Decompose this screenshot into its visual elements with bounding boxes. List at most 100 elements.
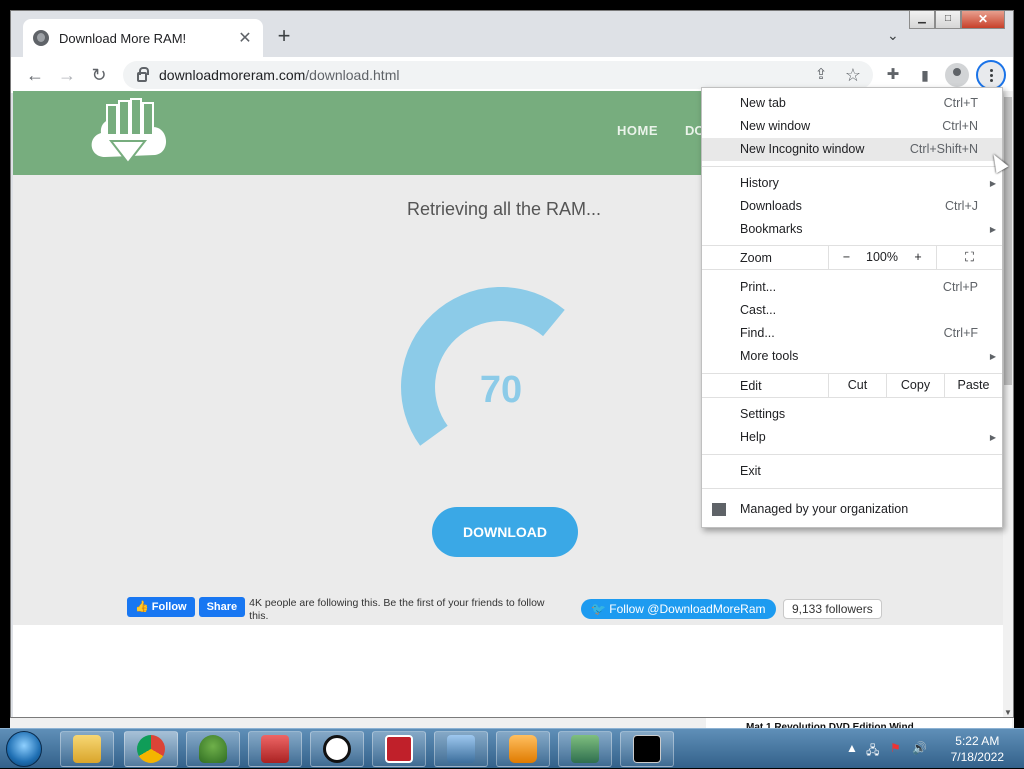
minimize-button[interactable]: ▁ <box>909 11 935 29</box>
back-icon[interactable]: ← <box>23 63 47 87</box>
tab-title: Download More RAM! <box>59 30 187 46</box>
maximize-button[interactable]: □ <box>935 11 961 29</box>
zoom-label: Zoom <box>740 251 772 265</box>
menu-separator <box>702 488 1002 489</box>
taskbar-installer[interactable] <box>248 731 302 767</box>
reload-icon[interactable]: ↻ <box>87 63 111 87</box>
chrome-menu-button[interactable] <box>976 60 1006 90</box>
forward-icon[interactable]: → <box>55 63 79 87</box>
edit-label: Edit <box>740 379 762 393</box>
download-ram-logo[interactable] <box>85 97 173 169</box>
computer-icon <box>447 735 475 763</box>
lock-icon[interactable] <box>137 67 149 82</box>
desktop: Download More RAM! ✕ + ⌄ ▁ □ ✕ ← → ↻ dow… <box>0 0 1024 768</box>
url-text: downloadmoreram.com/download.html <box>159 67 399 83</box>
paste-button[interactable]: Paste <box>944 374 1002 397</box>
taskbar-explorer[interactable] <box>60 731 114 767</box>
menu-exit[interactable]: Exit <box>702 460 1002 483</box>
close-window-button[interactable]: ✕ <box>961 11 1005 29</box>
page-scrollbar[interactable]: ▼ <box>1003 91 1013 717</box>
system-tray: ▲ 🖧 ⚑ 🔊 5:22 AM 7/18/2022 <box>842 729 1024 769</box>
new-tab-button[interactable]: + <box>273 25 295 47</box>
side-panel-icon[interactable]: ▮ <box>913 63 937 87</box>
address-bar[interactable]: downloadmoreram.com/download.html ⇪ ☆ <box>123 61 873 89</box>
extensions-icon[interactable]: ✚ <box>881 63 905 87</box>
building-icon <box>712 503 726 516</box>
taskbar: ▲ 🖧 ⚑ 🔊 5:22 AM 7/18/2022 <box>0 728 1024 768</box>
monitor-icon <box>571 735 599 763</box>
terminal-icon <box>633 735 661 763</box>
close-tab-icon[interactable]: ✕ <box>237 28 253 48</box>
clock-time: 5:22 AM <box>955 734 1000 748</box>
zoom-in-button[interactable]: + <box>900 246 936 269</box>
submenu-arrow-icon: ▶ <box>989 179 996 188</box>
tab-search-icon[interactable]: ⌄ <box>887 27 899 44</box>
profile-avatar[interactable] <box>945 63 969 87</box>
taskbar-tree-app[interactable] <box>186 731 240 767</box>
taskbar-media[interactable] <box>496 731 550 767</box>
menu-help[interactable]: Help ▶ <box>702 426 1002 449</box>
tab-download-more-ram[interactable]: Download More RAM! ✕ <box>23 19 263 57</box>
zoom-out-button[interactable]: − <box>828 246 864 269</box>
menu-find[interactable]: Find... Ctrl+F <box>702 322 1002 345</box>
nav-home-link[interactable]: HOME <box>617 123 658 138</box>
menu-print[interactable]: Print... Ctrl+P <box>702 276 1002 299</box>
menu-settings[interactable]: Settings <box>702 403 1002 426</box>
taskbar-chrome[interactable] <box>124 731 178 767</box>
fb-follow-button[interactable]: 👍 Follow <box>127 597 195 617</box>
download-button[interactable]: DOWNLOAD <box>432 507 578 557</box>
menu-bookmarks[interactable]: Bookmarks ▶ <box>702 218 1002 241</box>
fullscreen-icon[interactable]: ⛶ <box>936 246 1002 269</box>
fb-share-button[interactable]: Share <box>198 597 246 617</box>
installer-icon <box>261 735 289 763</box>
menu-cast[interactable]: Cast... <box>702 299 1002 322</box>
taskbar-monitor[interactable] <box>558 731 612 767</box>
action-center-icon[interactable]: ⚑ <box>890 741 901 755</box>
scrollbar-thumb[interactable] <box>1004 97 1012 385</box>
cut-button[interactable]: Cut <box>828 374 886 397</box>
menu-new-window[interactable]: New window Ctrl+N <box>702 115 1002 138</box>
chrome-icon <box>137 735 165 763</box>
progress-value: 70 <box>479 369 523 411</box>
twitter-follow-label: Follow @DownloadMoreRam <box>609 602 766 616</box>
menu-more-tools[interactable]: More tools ▶ <box>702 345 1002 368</box>
media-player-icon <box>509 735 537 763</box>
menu-edit-row: Edit Cut Copy Paste <box>702 373 1002 398</box>
fb-follow-text: 4K people are following this. Be the fir… <box>249 597 545 622</box>
menu-history[interactable]: History ▶ <box>702 172 1002 195</box>
menu-new-incognito-window[interactable]: New Incognito window Ctrl+Shift+N <box>702 138 1002 161</box>
tree-icon <box>199 735 227 763</box>
taskbar-app-5[interactable] <box>310 731 364 767</box>
menu-separator <box>702 454 1002 455</box>
menu-new-tab[interactable]: New tab Ctrl+T <box>702 92 1002 115</box>
menu-managed[interactable]: Managed by your organization <box>702 498 1002 521</box>
submenu-arrow-icon: ▶ <box>989 352 996 361</box>
twitter-follower-count: 9,133 followers <box>783 599 882 619</box>
network-icon[interactable]: 🖧 <box>866 741 879 762</box>
taskbar-cmd[interactable] <box>620 731 674 767</box>
menu-downloads[interactable]: Downloads Ctrl+J <box>702 195 1002 218</box>
clock[interactable]: 5:22 AM 7/18/2022 <box>951 733 1004 765</box>
bookmark-star-icon[interactable]: ☆ <box>841 63 865 87</box>
snoopy-icon <box>385 735 413 763</box>
fb-follow-label: Follow <box>151 601 187 613</box>
zoom-level: 100% <box>866 250 898 264</box>
badge-icon <box>323 735 351 763</box>
url-host: downloadmoreram.com <box>159 67 306 83</box>
clock-date: 7/18/2022 <box>950 750 1004 764</box>
start-button[interactable] <box>6 731 42 767</box>
taskbar-network[interactable] <box>434 731 488 767</box>
copy-button[interactable]: Copy <box>886 374 944 397</box>
page-blank-area <box>13 625 1003 717</box>
submenu-arrow-icon: ▶ <box>989 433 996 442</box>
taskbar-snoopy[interactable] <box>372 731 426 767</box>
show-hidden-icons[interactable]: ▲ <box>846 741 858 755</box>
menu-separator <box>702 166 1002 167</box>
globe-icon <box>33 30 49 46</box>
twitter-follow-button[interactable]: 🐦 Follow @DownloadMoreRam <box>581 599 776 619</box>
browser-window: Download More RAM! ✕ + ⌄ ▁ □ ✕ ← → ↻ dow… <box>10 10 1014 718</box>
share-icon[interactable]: ⇪ <box>809 63 833 87</box>
facebook-widget: 👍 Follow Share 4K people are following t… <box>127 597 565 623</box>
scroll-down-arrow[interactable]: ▼ <box>1003 708 1013 717</box>
volume-icon[interactable]: 🔊 <box>912 741 927 755</box>
